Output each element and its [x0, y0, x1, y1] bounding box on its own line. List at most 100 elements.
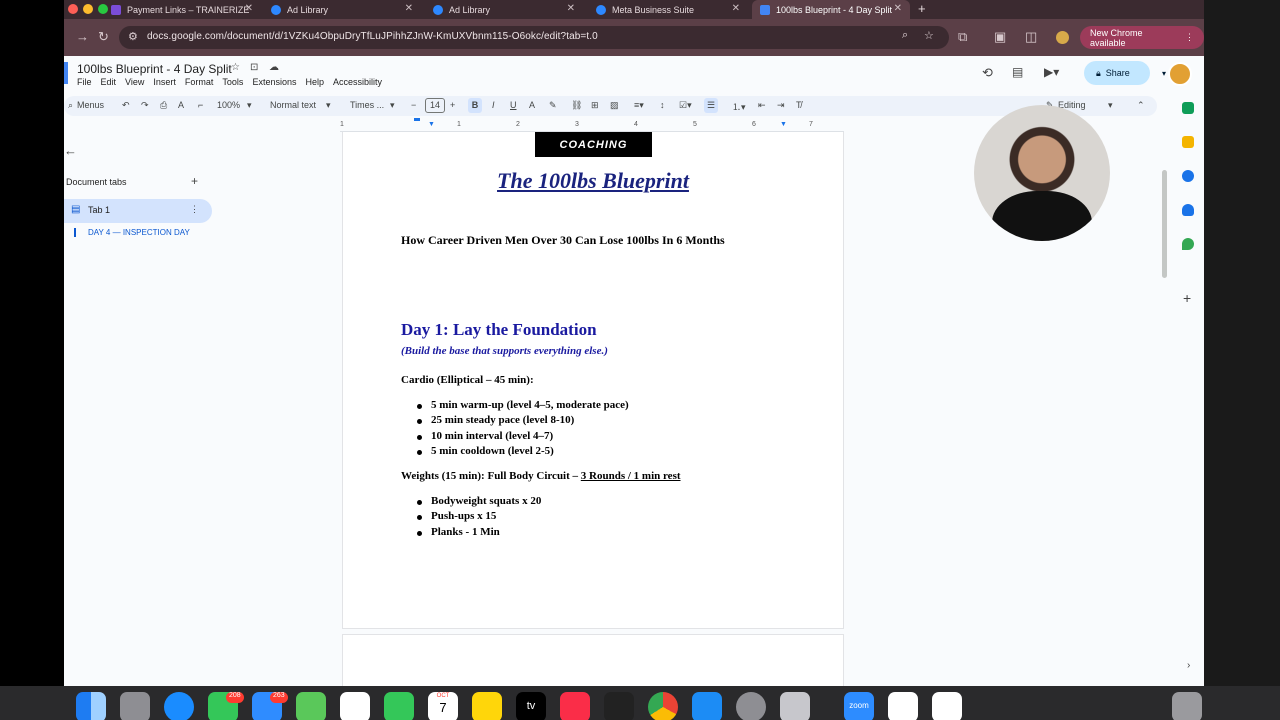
- bookmark-star-icon[interactable]: ☆: [924, 29, 934, 42]
- document-page-2[interactable]: [342, 634, 844, 686]
- move-folder-icon[interactable]: ⊡: [250, 62, 258, 73]
- system-settings-icon[interactable]: [736, 692, 766, 720]
- share-button[interactable]: 🔒︎ Share ▾: [1084, 61, 1166, 85]
- paint-format-icon[interactable]: ⌐: [198, 100, 203, 110]
- menu-help[interactable]: Help: [305, 77, 324, 87]
- close-tab-icon[interactable]: ✕: [567, 3, 575, 14]
- docs-logo-icon[interactable]: [64, 62, 68, 84]
- minimize-window-icon[interactable]: [83, 4, 93, 14]
- chrome-icon[interactable]: [648, 692, 678, 720]
- sidebar-tab-1[interactable]: ▤ Tab 1 ⋮: [64, 199, 212, 223]
- highlight-icon[interactable]: ✎: [549, 100, 557, 111]
- slack-icon[interactable]: [888, 692, 918, 720]
- browser-tab[interactable]: Ad Library ✕: [263, 0, 421, 19]
- close-tab-icon[interactable]: ✕: [732, 3, 740, 14]
- comments-icon[interactable]: ▤: [1012, 65, 1023, 79]
- browser-tab-active[interactable]: 100lbs Blueprint - 4 Day Split ✕: [752, 0, 910, 19]
- safari-icon[interactable]: [164, 692, 194, 720]
- browser-tab[interactable]: Payment Links – TRAINERIZE ✕: [103, 0, 261, 19]
- maps-app-icon[interactable]: [296, 692, 326, 720]
- preview-icon[interactable]: [780, 692, 810, 720]
- menu-edit[interactable]: Edit: [101, 77, 117, 87]
- new-chrome-available-button[interactable]: New Chrome available ⋮: [1080, 26, 1204, 49]
- close-tab-icon[interactable]: ✕: [245, 3, 253, 14]
- bulleted-list-icon[interactable]: ☰: [704, 98, 718, 113]
- tab-search-icon[interactable]: ▣: [994, 29, 1006, 45]
- final-cut-icon[interactable]: [604, 692, 634, 720]
- facetime-icon[interactable]: [384, 692, 414, 720]
- browser-tab[interactable]: Ad Library ✕: [425, 0, 583, 19]
- decrease-font-icon[interactable]: −: [411, 100, 416, 110]
- capcut-icon[interactable]: [932, 692, 962, 720]
- trash-icon[interactable]: [1172, 692, 1202, 720]
- menu-extensions[interactable]: Extensions: [252, 77, 296, 87]
- font-select[interactable]: Times ...: [350, 100, 384, 110]
- reload-icon[interactable]: ↻: [98, 29, 109, 45]
- font-size-input[interactable]: 14: [425, 98, 445, 113]
- star-icon[interactable]: ☆: [231, 62, 240, 73]
- contacts-icon[interactable]: [1182, 204, 1194, 216]
- indent-marker-icon[interactable]: [414, 118, 420, 121]
- launchpad-icon[interactable]: [120, 692, 150, 720]
- keep-icon[interactable]: [1182, 136, 1194, 148]
- close-tab-icon[interactable]: ✕: [405, 3, 413, 14]
- text-color-icon[interactable]: A: [529, 100, 535, 110]
- new-tab-icon[interactable]: +: [918, 1, 926, 16]
- close-tab-icon[interactable]: ✕: [894, 3, 902, 14]
- meet-icon[interactable]: ▶▾: [1044, 65, 1059, 79]
- menu-tools[interactable]: Tools: [222, 77, 243, 87]
- tab-options-icon[interactable]: ⋮: [190, 204, 199, 215]
- outline-heading-link[interactable]: DAY 4 — INSPECTION DAY: [74, 228, 190, 237]
- italic-icon[interactable]: I: [492, 100, 495, 110]
- apple-tv-icon[interactable]: tv: [516, 692, 546, 720]
- left-margin-icon[interactable]: ▼: [428, 121, 435, 128]
- zoom-app-icon[interactable]: zoom: [844, 692, 874, 720]
- menu-accessibility[interactable]: Accessibility: [333, 77, 382, 87]
- share-dropdown-icon[interactable]: ▾: [1162, 69, 1166, 78]
- document-page[interactable]: COACHING The 100lbs Blueprint How Career…: [342, 132, 844, 629]
- close-window-icon[interactable]: [68, 4, 78, 14]
- zoom-icon[interactable]: ⌕: [902, 29, 908, 42]
- show-side-panel-icon[interactable]: ›: [1187, 660, 1190, 671]
- account-avatar[interactable]: [1168, 62, 1192, 86]
- profile-avatar[interactable]: [1056, 31, 1069, 44]
- bold-icon[interactable]: B: [468, 98, 482, 113]
- sidebar-icon[interactable]: ◫: [1025, 29, 1037, 45]
- spellcheck-icon[interactable]: A: [178, 100, 184, 110]
- maps-icon[interactable]: [1182, 238, 1194, 250]
- insert-image-icon[interactable]: ▨: [610, 100, 619, 111]
- numbered-list-icon[interactable]: ⒈▾: [732, 100, 746, 113]
- add-tab-icon[interactable]: +: [191, 174, 198, 188]
- sheets-icon[interactable]: [1182, 102, 1194, 114]
- line-spacing-icon[interactable]: ↕: [660, 100, 665, 110]
- ruler[interactable]: 1 ▼ 1 2 3 4 5 6 ▼ 7: [340, 118, 844, 132]
- menu-format[interactable]: Format: [185, 77, 214, 87]
- get-addons-icon[interactable]: +: [1183, 290, 1191, 306]
- tasks-icon[interactable]: [1182, 170, 1194, 182]
- collapse-menus-icon[interactable]: ⌃: [1137, 100, 1145, 111]
- menu-view[interactable]: View: [125, 77, 144, 87]
- music-icon[interactable]: [560, 692, 590, 720]
- back-arrow-icon[interactable]: ←: [64, 143, 77, 158]
- add-comment-icon[interactable]: ⊞: [591, 100, 599, 111]
- right-margin-icon[interactable]: ▼: [780, 121, 787, 128]
- underline-icon[interactable]: U: [510, 100, 517, 110]
- address-bar[interactable]: ⚙ docs.google.com/document/d/1VZKu4ObpuD…: [119, 26, 949, 49]
- forward-icon[interactable]: →: [76, 29, 89, 44]
- menu-file[interactable]: File: [77, 77, 92, 87]
- align-icon[interactable]: ≡▾: [634, 100, 644, 111]
- increase-indent-icon[interactable]: ⇥: [777, 100, 785, 111]
- menu-insert[interactable]: Insert: [153, 77, 176, 87]
- site-settings-icon[interactable]: ⚙: [128, 30, 138, 43]
- photos-icon[interactable]: [340, 692, 370, 720]
- decrease-indent-icon[interactable]: ⇤: [758, 100, 766, 111]
- style-select[interactable]: Normal text: [270, 100, 316, 110]
- checklist-icon[interactable]: ☑▾: [679, 100, 692, 111]
- undo-icon[interactable]: ↶: [122, 100, 130, 111]
- finder-icon[interactable]: [76, 692, 106, 720]
- search-menus-icon[interactable]: ⌕: [68, 100, 73, 111]
- notes-icon[interactable]: [472, 692, 502, 720]
- calendar-icon[interactable]: OCT 7: [428, 692, 458, 720]
- redo-icon[interactable]: ↷: [141, 100, 149, 111]
- version-history-icon[interactable]: ⟲: [982, 65, 993, 81]
